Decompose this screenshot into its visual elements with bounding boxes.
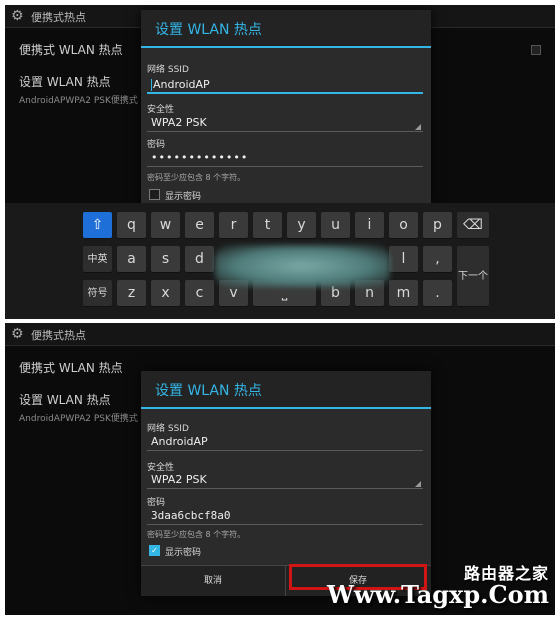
key-w[interactable]: w bbox=[151, 212, 180, 239]
key-o[interactable]: o bbox=[389, 212, 418, 239]
setting-row-label: 便携式 WLAN 热点 bbox=[19, 43, 123, 57]
setting-row-label: 设置 WLAN 热点 bbox=[19, 75, 111, 89]
key-d[interactable]: d bbox=[185, 246, 214, 273]
language-switch-key[interactable]: 中英 bbox=[83, 246, 112, 273]
setting-row-label: 便携式 WLAN 热点 bbox=[19, 361, 123, 375]
settings-gear-icon[interactable]: ⚙ bbox=[11, 8, 24, 24]
show-password-label: 显示密码 bbox=[165, 192, 202, 202]
ssid-label: 网络 SSID bbox=[147, 65, 189, 75]
action-bar-title: 便携式热点 bbox=[31, 11, 86, 24]
wlan-hotspot-dialog: 设置 WLAN 热点 网络 SSID AndroidAP 安全性 WPA2 PS… bbox=[141, 10, 431, 206]
ssid-input[interactable]: AndroidAP bbox=[147, 433, 423, 451]
blurred-redaction bbox=[215, 245, 390, 287]
key-l[interactable]: l bbox=[389, 246, 418, 273]
key-p[interactable]: p bbox=[423, 212, 452, 239]
key-z[interactable]: z bbox=[117, 280, 146, 307]
show-password-checkbox[interactable] bbox=[149, 189, 160, 200]
setting-row-portable-hotspot[interactable]: 便携式 WLAN 热点 bbox=[19, 41, 123, 58]
password-input[interactable]: 3daa6cbcf8a0 bbox=[147, 507, 423, 525]
ssid-input[interactable]: AndroidAP bbox=[147, 76, 423, 94]
setting-row-portable-hotspot[interactable]: 便携式 WLAN 热点 bbox=[19, 359, 123, 376]
key-r[interactable]: r bbox=[219, 212, 248, 239]
show-password-checkbox[interactable]: ✓ bbox=[149, 545, 160, 556]
dropdown-arrow-icon bbox=[415, 481, 421, 487]
action-bar-title: 便携式热点 bbox=[31, 329, 86, 342]
shift-key-icon[interactable]: ⇧ bbox=[83, 212, 112, 239]
dialog-title: 设置 WLAN 热点 bbox=[155, 383, 262, 399]
security-value: WPA2 PSK bbox=[151, 116, 207, 129]
action-bar: ⚙ 便携式热点 bbox=[5, 323, 555, 346]
dialog-title: 设置 WLAN 热点 bbox=[155, 22, 262, 38]
dialog-header: 设置 WLAN 热点 bbox=[141, 10, 431, 48]
setting-row-label: 设置 WLAN 热点 bbox=[19, 393, 111, 407]
screenshot-bottom: ⚙ 便携式热点 便携式 WLAN 热点 设置 WLAN 热点 AndroidAP… bbox=[5, 323, 555, 615]
show-password-label: 显示密码 bbox=[165, 548, 202, 558]
ssid-value: AndroidAP bbox=[153, 78, 210, 91]
password-value: 3daa6cbcf8a0 bbox=[151, 509, 231, 522]
symbol-key[interactable]: 符号 bbox=[83, 280, 112, 307]
backspace-key-icon[interactable]: ⌫ bbox=[457, 212, 489, 239]
dialog-header: 设置 WLAN 热点 bbox=[141, 371, 431, 409]
key-u[interactable]: u bbox=[321, 212, 350, 239]
ssid-value: AndroidAP bbox=[151, 435, 208, 448]
watermark: 路由器之家 Www.Tagxp.Com bbox=[327, 560, 549, 609]
hotspot-toggle-checkbox[interactable] bbox=[531, 45, 541, 55]
key-c[interactable]: c bbox=[185, 280, 214, 307]
watermark-url: Www.Tagxp.Com bbox=[326, 580, 549, 609]
security-value: WPA2 PSK bbox=[151, 473, 207, 486]
dropdown-arrow-icon bbox=[415, 124, 421, 130]
password-input[interactable]: ••••••••••••• bbox=[147, 149, 423, 167]
key-s[interactable]: s bbox=[151, 246, 180, 273]
key-i[interactable]: i bbox=[355, 212, 384, 239]
key-t[interactable]: t bbox=[253, 212, 282, 239]
key-m[interactable]: m bbox=[389, 280, 418, 307]
password-hint: 密码至少应包含 8 个字符。 bbox=[147, 530, 246, 539]
key-x[interactable]: x bbox=[151, 280, 180, 307]
cancel-button[interactable]: 取消 bbox=[141, 566, 286, 596]
key-a[interactable]: a bbox=[117, 246, 146, 273]
key-q[interactable]: q bbox=[117, 212, 146, 239]
security-select[interactable]: WPA2 PSK bbox=[147, 114, 423, 132]
password-hint: 密码至少应包含 8 个字符。 bbox=[147, 173, 246, 182]
text-caret bbox=[151, 79, 152, 91]
screenshot-top: ⚙ 便携式热点 便携式 WLAN 热点 设置 WLAN 热点 AndroidAP… bbox=[5, 5, 555, 319]
settings-gear-icon[interactable]: ⚙ bbox=[11, 326, 24, 342]
security-select[interactable]: WPA2 PSK bbox=[147, 471, 423, 489]
next-key[interactable]: 下一个 bbox=[457, 246, 489, 307]
key-period[interactable]: . bbox=[423, 280, 452, 307]
key-y[interactable]: y bbox=[287, 212, 316, 239]
key-comma[interactable]: , bbox=[423, 246, 452, 273]
key-e[interactable]: e bbox=[185, 212, 214, 239]
password-value: ••••••••••••• bbox=[151, 151, 249, 164]
